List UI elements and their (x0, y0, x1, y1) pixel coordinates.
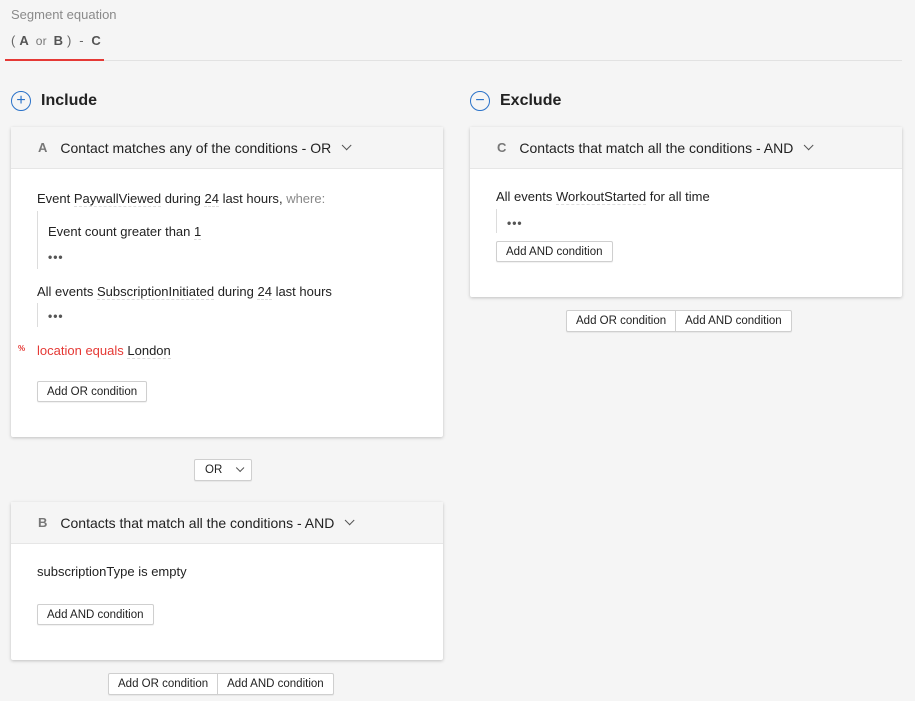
condition-b1[interactable]: subscriptionType is empty (37, 564, 187, 579)
group-connector-select[interactable]: OR (194, 459, 253, 481)
group-c-letter: C (497, 140, 507, 155)
event-name[interactable]: WorkoutStarted (556, 189, 647, 205)
add-or-condition-button[interactable]: Add OR condition (109, 674, 217, 694)
add-and-condition-button[interactable]: Add AND condition (675, 311, 791, 331)
exclude-section-title: − Exclude (470, 91, 561, 111)
event-name[interactable]: PaywallViewed (73, 191, 162, 207)
include-section-title: + Include (11, 91, 97, 111)
equation-b: B (53, 33, 64, 48)
add-and-condition-button[interactable]: Add AND condition (37, 604, 154, 625)
period-value[interactable]: 24 (257, 284, 272, 300)
group-a-letter: A (38, 140, 48, 155)
group-b-letter: B (38, 515, 48, 530)
chevron-down-icon[interactable] (803, 140, 814, 151)
connector-value: OR (205, 464, 223, 476)
sub-condition-bar (37, 211, 38, 269)
group-a-title: Contact matches any of the conditions - … (60, 139, 332, 156)
plus-circle-icon[interactable]: + (11, 91, 31, 111)
equation-active-underline (5, 59, 104, 61)
period-unit[interactable]: last hours (276, 284, 332, 299)
group-a-card: A Contact matches any of the conditions … (11, 127, 443, 437)
chevron-down-icon[interactable] (341, 140, 352, 151)
event-name[interactable]: SubscriptionInitiated (97, 284, 215, 300)
chevron-down-icon (236, 463, 245, 473)
equation-minus: - (79, 33, 84, 48)
sub-value[interactable]: 1 (194, 224, 202, 240)
sub-condition-a1[interactable]: Event count greater than 1 (48, 224, 202, 240)
include-title: Include (41, 92, 98, 109)
chevron-down-icon[interactable] (344, 515, 355, 526)
exclude-footer-buttons: Add OR condition Add AND condition (566, 310, 792, 332)
condition-prefix: All events (496, 189, 553, 204)
comma: , (278, 191, 283, 206)
equation-close-paren: ) (67, 33, 72, 48)
period-keyword: during (164, 191, 201, 206)
sub-condition-bar (496, 209, 497, 233)
add-or-condition-button[interactable]: Add OR condition (37, 381, 148, 402)
add-or-condition-button[interactable]: Add OR condition (567, 311, 675, 331)
group-c-title: Contacts that match all the conditions -… (519, 139, 794, 156)
more-options-icon[interactable]: ••• (507, 216, 523, 230)
condition-a2[interactable]: All events SubscriptionInitiated during … (37, 284, 332, 300)
operator[interactable]: equals (85, 343, 123, 358)
group-a-header[interactable]: A Contact matches any of the conditions … (11, 127, 443, 169)
include-footer-buttons: Add OR condition Add AND condition (108, 673, 334, 695)
equation-open-paren: ( (11, 33, 16, 48)
sub-field[interactable]: Event count (48, 224, 117, 239)
field-name[interactable]: location (37, 343, 82, 358)
more-options-icon[interactable]: ••• (48, 250, 64, 264)
field-value[interactable]: London (127, 343, 171, 359)
equation-formula[interactable]: ( A or B ) - C (11, 33, 101, 48)
condition-a3[interactable]: location equals London (37, 343, 171, 359)
add-and-condition-button[interactable]: Add AND condition (496, 241, 613, 262)
equation-or: or (35, 34, 47, 48)
equation-c: C (91, 33, 101, 48)
condition-a1[interactable]: Event PaywallViewed during 24 last hours… (37, 191, 326, 207)
equation-a: A (19, 33, 29, 48)
where-keyword: where: (286, 191, 326, 206)
period-value[interactable]: 24 (204, 191, 219, 207)
sub-operator[interactable]: greater than (120, 224, 190, 239)
condition-prefix: Event (37, 191, 71, 206)
operator[interactable]: is empty (138, 564, 186, 579)
minus-circle-icon[interactable]: − (470, 91, 490, 111)
equation-label: Segment equation (11, 7, 117, 22)
condition-prefix: All events (37, 284, 94, 299)
condition-c1[interactable]: All events WorkoutStarted for all time (496, 189, 710, 205)
period-keyword: during (217, 284, 254, 299)
exclude-title: Exclude (500, 92, 562, 109)
group-c-header[interactable]: C Contacts that match all the conditions… (470, 127, 902, 169)
segment-editor: Segment equation ( A or B ) - C + Includ… (0, 0, 915, 701)
issue-icon: % (18, 344, 26, 353)
group-c-card: C Contacts that match all the conditions… (470, 127, 902, 297)
group-b-card: B Contacts that match all the conditions… (11, 502, 443, 660)
group-b-title: Contacts that match all the conditions -… (60, 514, 335, 531)
header-divider (5, 60, 902, 61)
group-b-header[interactable]: B Contacts that match all the conditions… (11, 502, 443, 544)
field-name[interactable]: subscriptionType (37, 564, 135, 579)
sub-condition-bar (37, 303, 38, 327)
add-and-condition-button[interactable]: Add AND condition (217, 674, 333, 694)
period-unit[interactable]: last hours (223, 191, 279, 206)
period-value[interactable]: for all time (650, 189, 710, 204)
more-options-icon[interactable]: ••• (48, 309, 64, 323)
